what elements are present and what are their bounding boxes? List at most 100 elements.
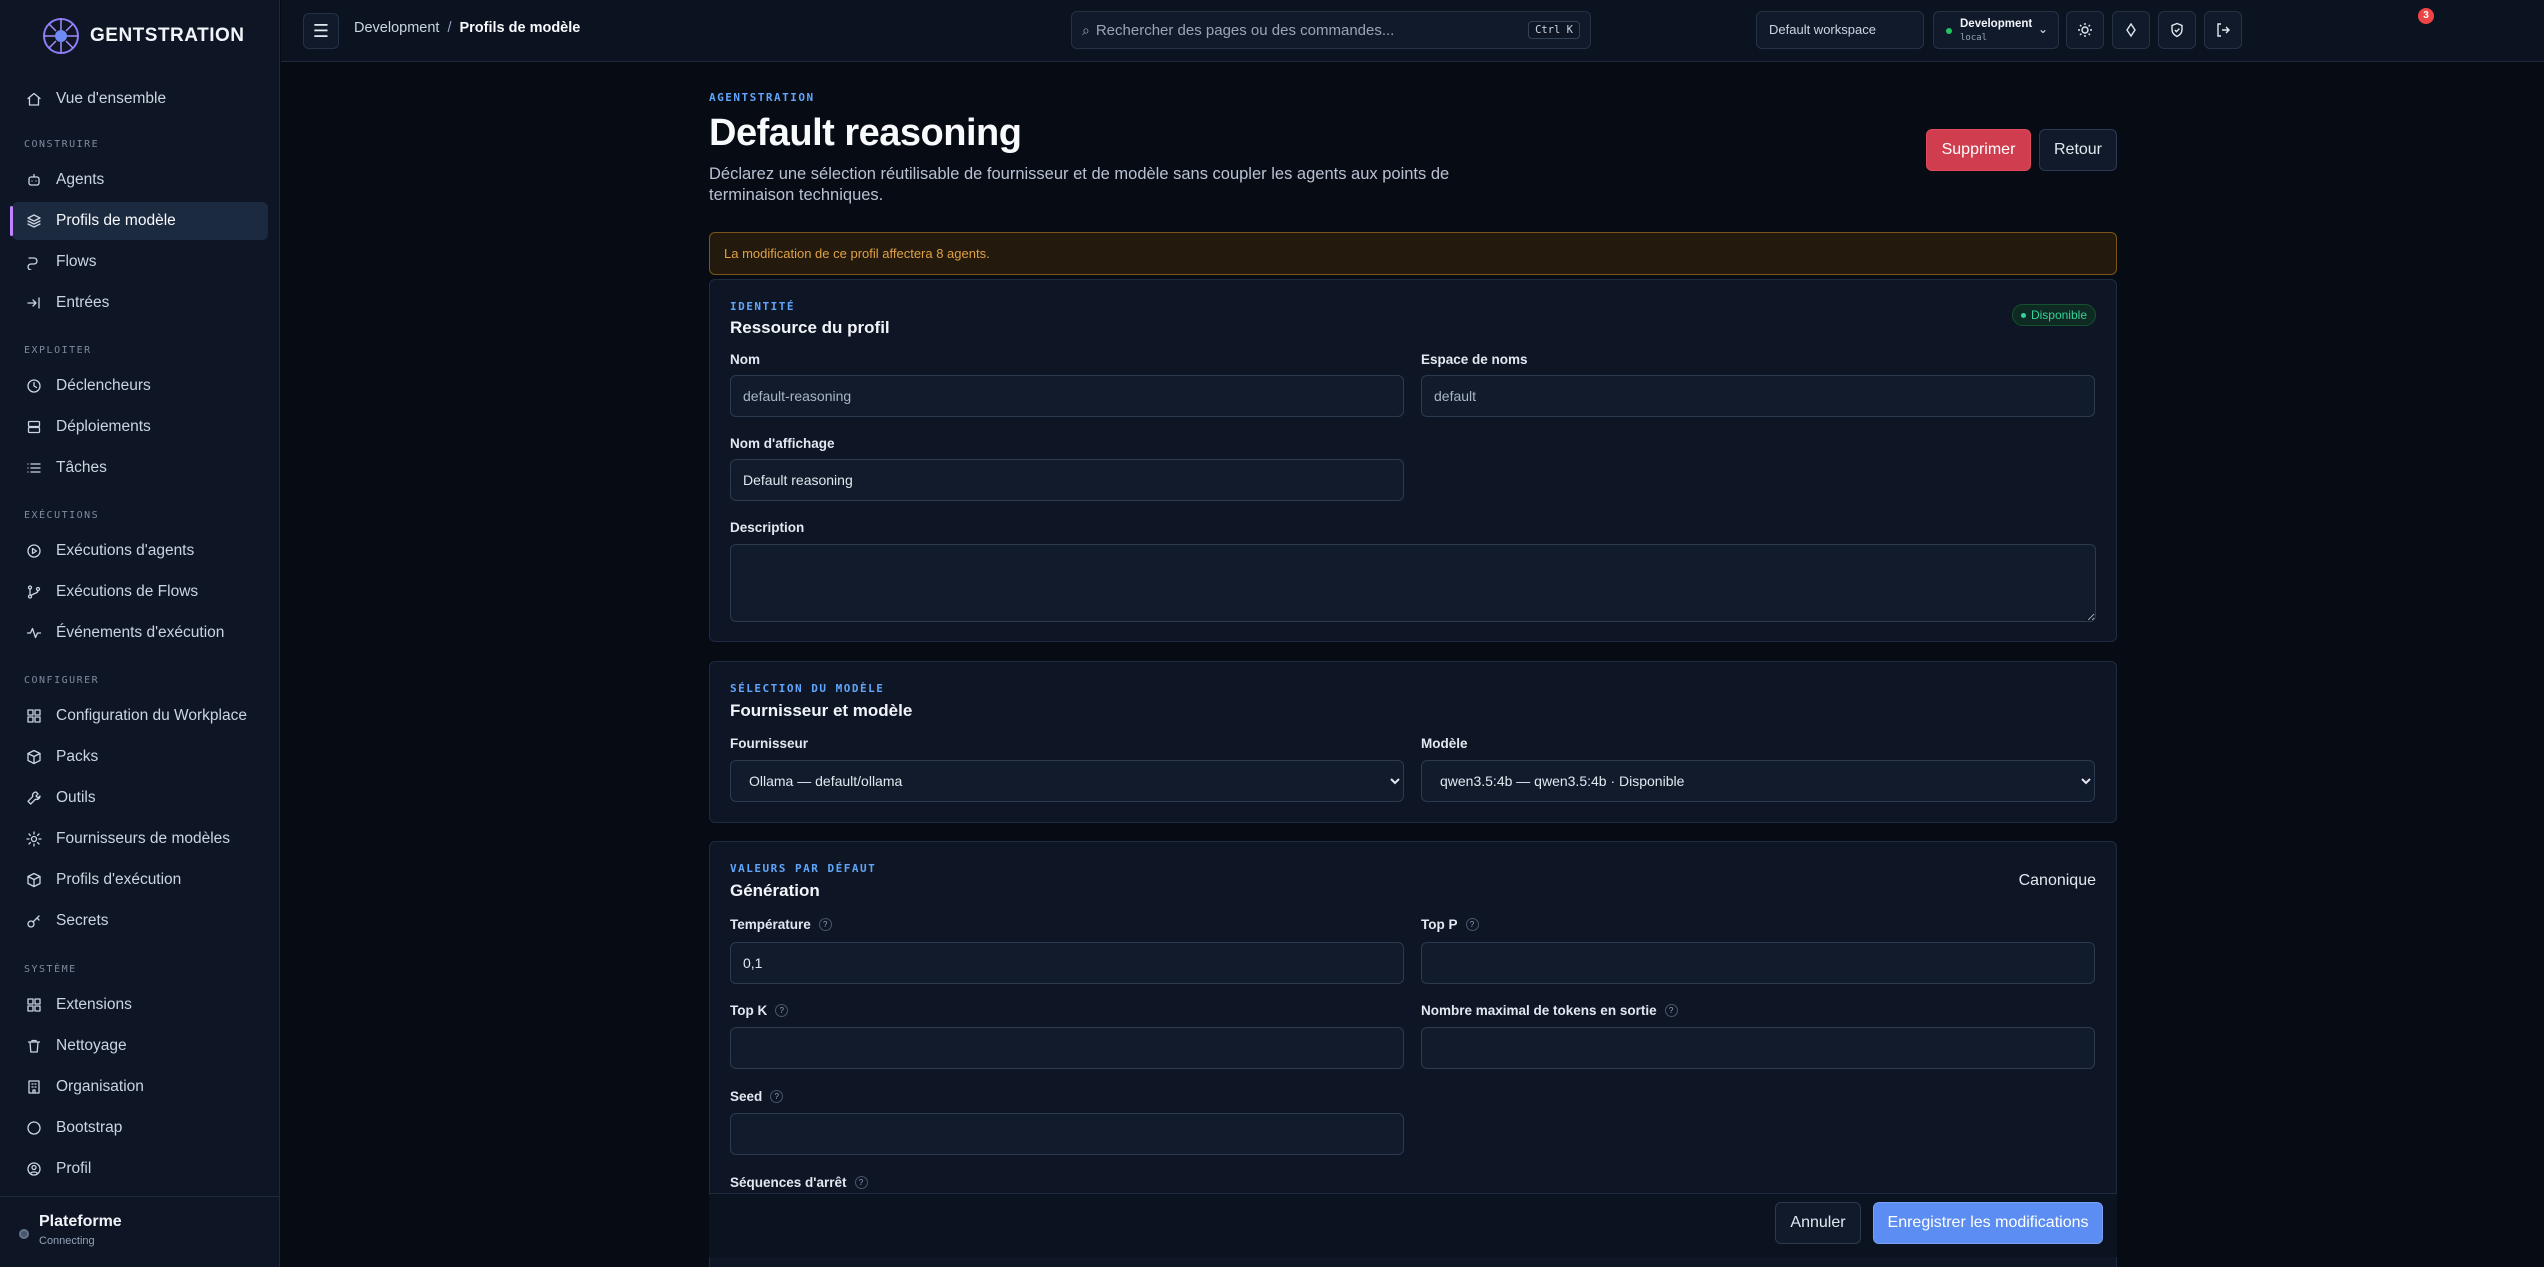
home-icon <box>26 91 42 107</box>
page-title: Default reasoning <box>709 112 1022 154</box>
help-icon[interactable]: ? <box>854 1176 868 1189</box>
top-k-label: Top K? <box>730 1003 789 1018</box>
sidebar-item-label: Flows <box>56 253 97 270</box>
help-icon[interactable]: ? <box>818 918 832 931</box>
temperature-field[interactable] <box>730 942 1404 984</box>
status-badge: Disponible <box>2011 304 2096 326</box>
breadcrumb-current: Profils de modèle <box>459 20 581 36</box>
sidebar-item-label: Exécutions de Flows <box>56 583 199 600</box>
generation-title: Génération <box>730 881 820 900</box>
sidebar-item-outils[interactable]: Outils <box>12 779 268 817</box>
notifications-button[interactable] <box>2112 11 2150 49</box>
sidebar-item-profils-d-execution[interactable]: Profils d'exécution <box>12 861 268 899</box>
sidebar-item-extensions[interactable]: Extensions <box>12 986 268 1024</box>
provider-label: Fournisseur <box>730 736 809 751</box>
search-shortcut: Ctrl K <box>1528 21 1580 39</box>
model-select[interactable]: qwen3.5:4b — qwen3.5:4b · Disponible <box>1421 760 2095 802</box>
description-field[interactable] <box>730 544 2096 622</box>
top-k-field[interactable] <box>730 1027 1404 1069</box>
model-title: Fournisseur et modèle <box>730 701 913 720</box>
git-branch-icon <box>26 584 42 600</box>
top-p-label-text: Top P <box>1421 917 1458 932</box>
identity-title: Ressource du profil <box>730 318 890 337</box>
brand[interactable]: GENTSTRATION <box>40 16 244 56</box>
logout-button[interactable] <box>2204 11 2242 49</box>
security-button[interactable] <box>2158 11 2196 49</box>
back-button[interactable]: Retour <box>2039 129 2117 171</box>
sidebar-item-label: Profils de modèle <box>56 212 176 229</box>
sidebar-item-profils-de-modele[interactable]: Profils de modèle <box>10 202 268 240</box>
sidebar-item-deploiements[interactable]: Déploiements <box>12 408 268 446</box>
help-icon[interactable]: ? <box>775 1004 789 1017</box>
sidebar: GENTSTRATION Vue d'ensemble CONSTRUIRE Age… <box>0 0 280 1267</box>
cancel-button[interactable]: Annuler <box>1775 1202 1861 1244</box>
sidebar-item-packs[interactable]: Packs <box>12 738 268 776</box>
sidebar-group-title: SYSTÈME <box>24 964 77 975</box>
sidebar-item-executions-d-agents[interactable]: Exécutions d'agents <box>12 532 268 570</box>
sidebar-item-entrees[interactable]: Entrées <box>12 284 268 322</box>
provider-select[interactable]: Ollama — default/ollama <box>730 760 1404 802</box>
sidebar-item-label: Profil <box>56 1160 92 1177</box>
search-input[interactable] <box>1095 21 1523 39</box>
model-eyebrow: SÉLECTION DU MODÈLE <box>730 682 885 695</box>
sidebar-item-organisation[interactable]: Organisation <box>12 1068 268 1106</box>
delete-button[interactable]: Supprimer <box>1926 129 2031 171</box>
name-field[interactable] <box>730 375 1404 417</box>
cube-icon <box>26 872 42 888</box>
sidebar-item-label: Extensions <box>56 996 132 1013</box>
breadcrumb: Development / Profils de modèle <box>354 20 580 36</box>
sidebar-group-title: EXPLOITER <box>24 345 92 356</box>
layers-icon <box>26 213 42 229</box>
sidebar-item-bootstrap[interactable]: Bootstrap <box>12 1109 268 1147</box>
sidebar-item-label: Entrées <box>56 294 110 311</box>
sidebar-item-label: Configuration du Workplace <box>56 707 247 724</box>
sidebar-item-nettoyage[interactable]: Nettoyage <box>12 1027 268 1065</box>
sidebar-group-title: CONSTRUIRE <box>24 139 100 150</box>
status-dot <box>2020 312 2026 318</box>
page-description: Déclarez une sélection réutilisable de f… <box>709 165 1450 204</box>
sidebar-item-secrets[interactable]: Secrets <box>12 902 268 940</box>
notifications-badge: 3 <box>2418 8 2434 24</box>
server-icon <box>26 419 42 435</box>
status-text: Disponible <box>2030 308 2087 322</box>
display-name-field[interactable] <box>730 459 1404 501</box>
namespace-label: Espace de noms <box>1421 352 1528 367</box>
sidebar-item-flows[interactable]: Flows <box>12 243 268 281</box>
grid-icon <box>26 708 42 724</box>
model-label: Modèle <box>1421 736 1468 751</box>
max-tokens-field[interactable] <box>1421 1027 2095 1069</box>
bot-icon <box>26 172 42 188</box>
environment-selector[interactable]: Development local ⌄ <box>1933 11 2059 49</box>
sidebar-item-taches[interactable]: Tâches <box>12 449 268 487</box>
help-icon[interactable]: ? <box>770 1090 784 1103</box>
sidebar-item-fournisseurs-de-modeles[interactable]: Fournisseurs de modèles <box>12 820 268 858</box>
theme-toggle-button[interactable] <box>2066 11 2104 49</box>
identity-eyebrow: IDENTITÉ <box>730 300 795 313</box>
platform-status[interactable]: Plateforme Connecting <box>0 1196 280 1267</box>
sidebar-item-configuration-du-workplace[interactable]: Configuration du Workplace <box>12 697 268 735</box>
sidebar-item-executions-de-flows[interactable]: Exécutions de Flows <box>12 573 268 611</box>
command-search[interactable]: ⌕ Ctrl K <box>1071 11 1591 49</box>
description-label: Description <box>730 520 805 535</box>
sidebar-item-evenements-d-execution[interactable]: Événements d'exécution <box>12 614 268 652</box>
top-p-label: Top P? <box>1421 917 1479 932</box>
sidebar-item-profil[interactable]: Profil <box>12 1150 268 1188</box>
sidebar-item-declencheurs[interactable]: Déclencheurs <box>12 367 268 405</box>
help-icon[interactable]: ? <box>1465 918 1479 931</box>
sidebar-group-title: EXÉCUTIONS <box>24 510 100 521</box>
namespace-field[interactable] <box>1421 375 2095 417</box>
max-tokens-label-text: Nombre maximal de tokens en sortie <box>1421 1003 1657 1018</box>
chevron-down-icon: ⌄ <box>2037 22 2048 36</box>
sidebar-item-label: Déploiements <box>56 418 151 435</box>
sidebar-item-label: Déclencheurs <box>56 377 151 394</box>
help-icon[interactable]: ? <box>1664 1004 1678 1017</box>
save-button[interactable]: Enregistrer les modifications <box>1873 1202 2103 1244</box>
workspace-selector[interactable]: Default workspace <box>1756 11 1924 49</box>
breadcrumb-root[interactable]: Development <box>354 20 439 36</box>
sidebar-item-vue-d-ensemble[interactable]: Vue d'ensemble <box>12 80 268 118</box>
brand-name: GENTSTRATION <box>90 25 245 46</box>
top-p-field[interactable] <box>1421 942 2095 984</box>
menu-toggle-button[interactable]: ☰ <box>303 13 339 49</box>
seed-field[interactable] <box>730 1113 1404 1155</box>
sidebar-item-agents[interactable]: Agents <box>12 161 268 199</box>
